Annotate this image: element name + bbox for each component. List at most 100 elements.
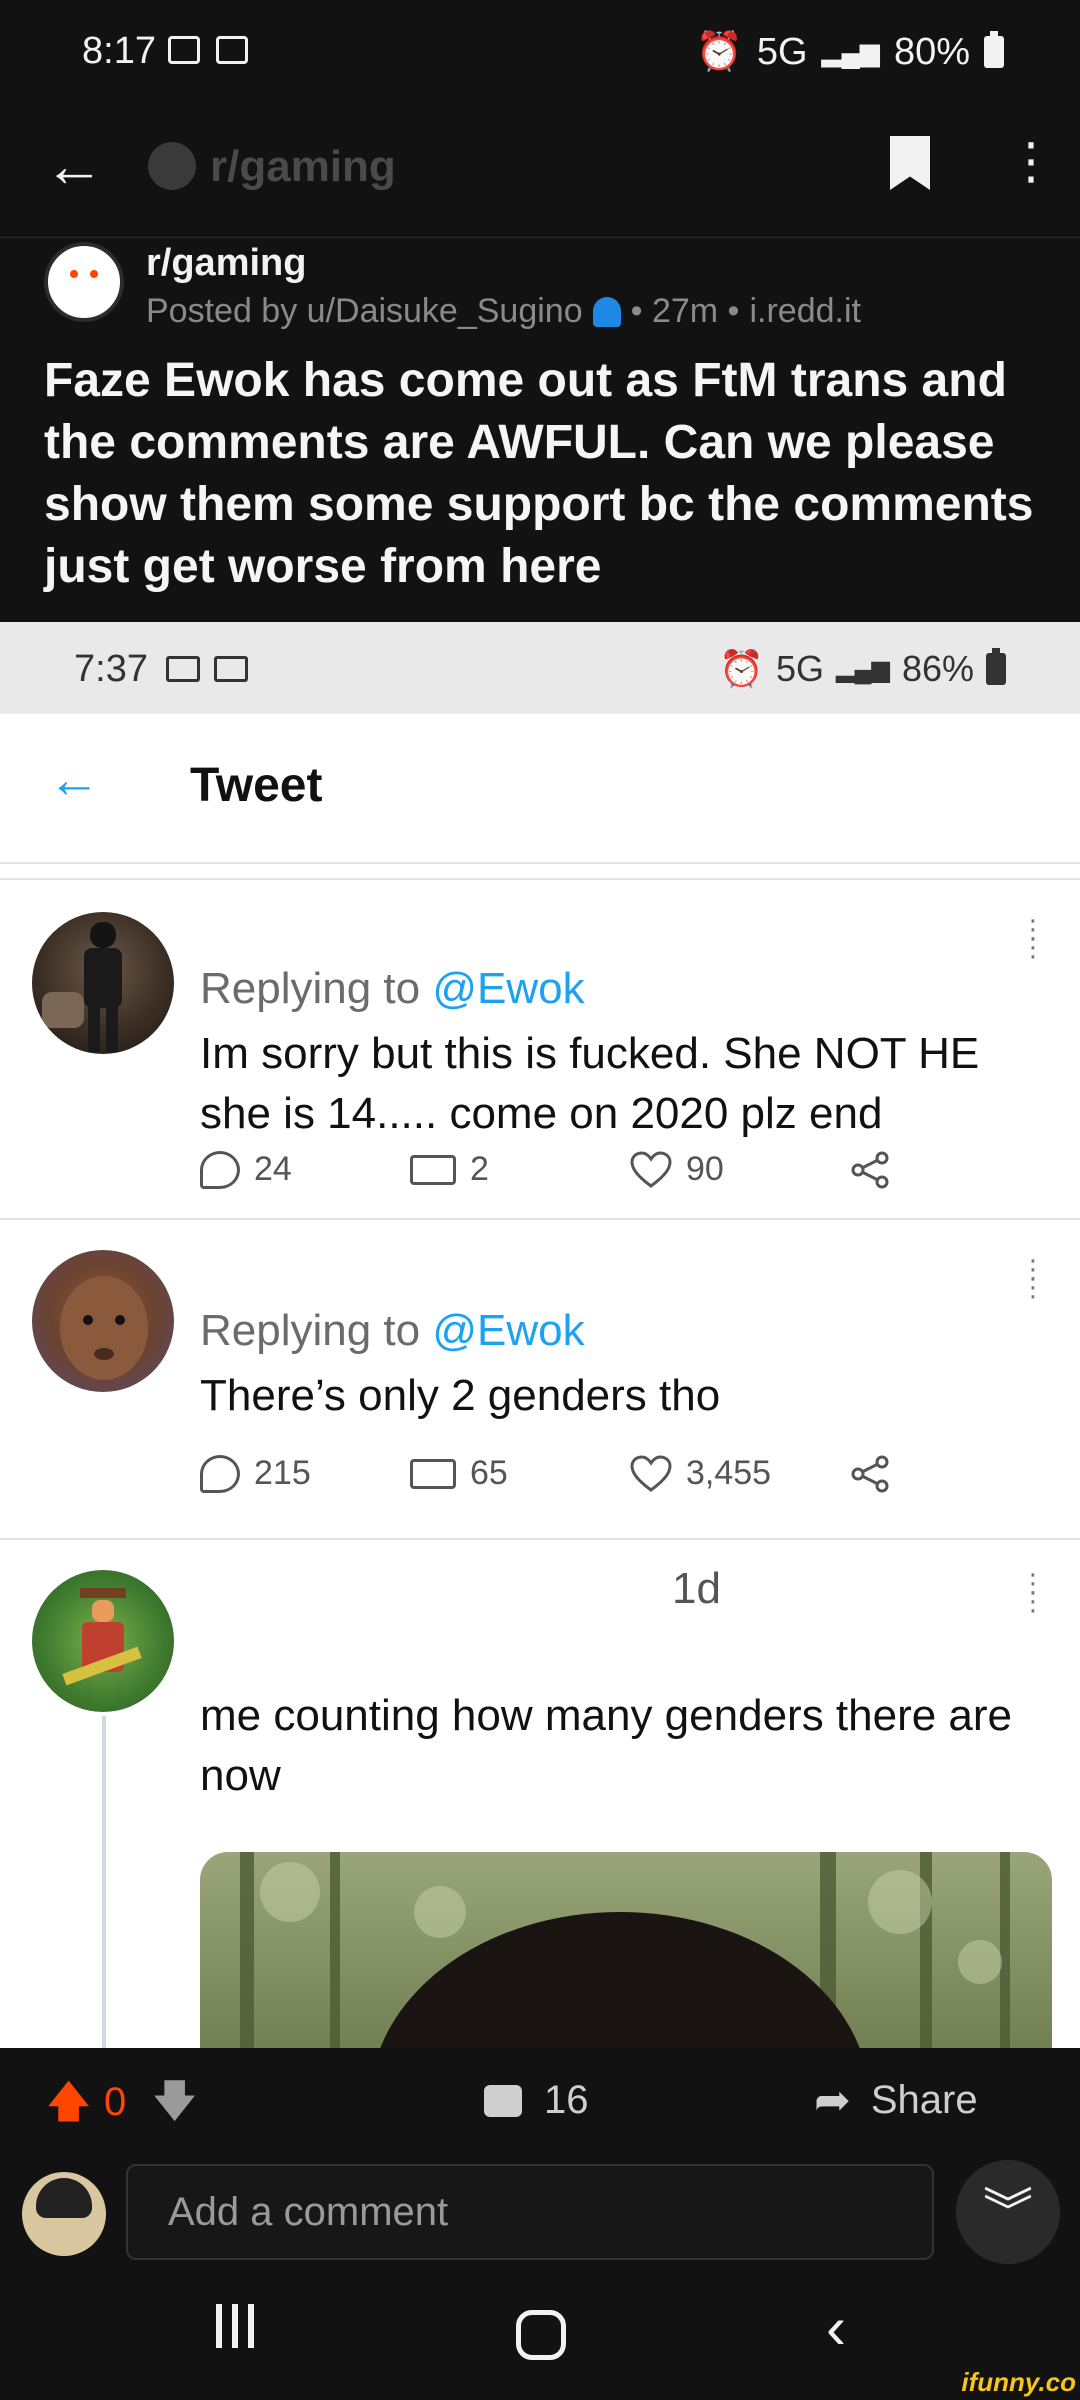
post-meta: Posted by u/Daisuke_Sugino • 27m • i.red… (146, 292, 861, 331)
network-label: 5G (756, 30, 808, 73)
tweet-text: me counting how many genders there are n… (200, 1691, 1013, 1800)
reply-action: 24 (200, 1150, 410, 1189)
heart-icon (630, 1454, 672, 1492)
tweet-more-icon: ⋮ ⋮ (1020, 1568, 1046, 1616)
upvote-arrow-icon[interactable]: 🡅 (46, 2080, 91, 2124)
comment-count: 16 (544, 2078, 589, 2122)
battery-label: 80% (893, 30, 970, 73)
system-back-icon[interactable]: ‹ (826, 2298, 846, 2358)
post-subreddit[interactable]: r/gaming (146, 242, 306, 285)
image-status-bar: 7:37 ⏰ 5G ▂▄▆ 86% (0, 622, 1080, 714)
reply-icon (200, 1454, 240, 1493)
like-action: 90 (630, 1150, 850, 1189)
status-right: ⏰ 5G ▂▄▆ 80% (695, 30, 1004, 74)
reply-count: 24 (254, 1150, 292, 1188)
recent-apps-button[interactable] (216, 2304, 254, 2348)
tweet-time: 1d (672, 1564, 721, 1613)
tweet-reply-2: ⋮ ⋮ Replying to @Ewok There’s only 2 gend… (0, 1220, 1080, 1540)
home-button[interactable] (516, 2310, 566, 2360)
like-count: 90 (686, 1150, 724, 1188)
recent-bar-icon (216, 2304, 222, 2348)
gallery-icon (216, 36, 248, 64)
tweet-avatar (32, 1250, 174, 1392)
tweet-text: Im sorry but this is fucked. She NOT HE … (200, 1029, 980, 1138)
image-status-right: ⏰ 5G ▂▄▆ 86% (719, 648, 1006, 690)
app-header: ← r/gaming ⋮ (0, 110, 1080, 238)
screen: 8:17 ⏰ 5G ▂▄▆ 80% ← r/gaming ⋮ r/gaming … (0, 0, 1080, 2400)
replying-to: Replying to @Ewok (200, 1306, 585, 1356)
person-silhouette-icon (42, 922, 122, 1052)
back-arrow-icon[interactable]: ← (44, 136, 104, 196)
tweet-avatar (32, 912, 174, 1054)
keyboard-icon (214, 656, 248, 682)
comment-bar: Add a comment ︾ (0, 2158, 1080, 2274)
tweet-3: 1d ⋮ ⋮ me counting how many genders there… (0, 1540, 1080, 2048)
comments-button[interactable]: 16 (484, 2078, 589, 2123)
notification-icons (168, 36, 248, 64)
reply-count: 215 (254, 1454, 311, 1492)
tweet-actions: 215 65 3,455 (200, 1454, 920, 1493)
share-button[interactable]: ➦ Share (814, 2078, 978, 2123)
tweet-actions: 24 2 90 (200, 1150, 920, 1189)
post-domain[interactable]: i.redd.it (749, 292, 861, 331)
collapse-chevron-icon[interactable]: ︾ (956, 2160, 1060, 2264)
post-image[interactable]: 7:37 ⏰ 5G ▂▄▆ 86% ← Tweet ⋮ ⋮ Replying t… (0, 622, 1080, 2048)
tweet-header: ← Tweet (0, 714, 1080, 864)
recent-bar-icon (248, 2304, 254, 2348)
retweet-icon (410, 1154, 456, 1185)
post-title: Faze Ewok has come out as FtM trans and … (44, 354, 1034, 593)
posted-by[interactable]: Posted by u/Daisuke_Sugino (146, 292, 583, 331)
downvote-arrow-icon[interactable]: 🡇 (152, 2080, 197, 2124)
recent-bar-icon (232, 2304, 238, 2348)
user-icon (592, 296, 621, 327)
tweet-header-title: Tweet (190, 759, 323, 812)
image-network-label: 5G (775, 648, 825, 689)
battery-icon (984, 31, 1004, 68)
replying-to: Replying to @Ewok (200, 964, 585, 1014)
reply-action: 215 (200, 1454, 410, 1493)
retweet-action: 2 (410, 1150, 630, 1189)
watermark: ifunny.co (961, 2367, 1076, 2397)
image-signal-icon: ▂▄▆ (836, 655, 890, 683)
thread-line (102, 1716, 106, 2048)
share-arrow-icon: ➦ (814, 2075, 851, 2125)
tweet-more-icon: ⋮ ⋮ (1020, 1254, 1046, 1302)
comment-bubble-icon (484, 2084, 522, 2117)
share-icon (851, 1151, 889, 1188)
system-nav-bar: ‹ ifunny.co (0, 2274, 1080, 2400)
post-age: • 27m • (630, 292, 740, 330)
image-battery-icon (986, 648, 1006, 685)
tweet-photo (200, 1852, 1052, 2048)
user-avatar[interactable] (22, 2172, 106, 2256)
replying-prefix: Replying to (200, 1306, 433, 1355)
more-vertical-icon[interactable]: ⋮ (1006, 136, 1056, 186)
post-action-bar: 🡅 0 🡇 16 ➦ Share (0, 2048, 1080, 2158)
header-subreddit[interactable]: r/gaming (210, 142, 396, 192)
image-status-time: 7:37 (74, 648, 148, 690)
like-action: 3,455 (630, 1454, 850, 1493)
reply-icon (200, 1150, 240, 1189)
status-bar: 8:17 ⏰ 5G ▂▄▆ 80% (0, 0, 1080, 110)
heart-icon (630, 1150, 672, 1188)
status-time: 8:17 (82, 30, 156, 72)
like-count: 3,455 (686, 1454, 772, 1492)
reply-handle: @Ewok (432, 1306, 585, 1355)
vote-count: 0 (104, 2080, 127, 2124)
tweet-reply-1: ⋮ ⋮ Replying to @Ewok Im sorry but this i… (0, 880, 1080, 1220)
bookmark-icon[interactable] (890, 136, 930, 190)
signal-icon: ▂▄▆ (821, 36, 880, 67)
comment-input[interactable]: Add a comment (126, 2164, 934, 2260)
image-battery-label: 86% (901, 648, 974, 689)
share-icon (851, 1455, 889, 1492)
tweet-back-arrow-icon: ← (48, 751, 100, 809)
subreddit-avatar[interactable] (44, 242, 124, 322)
alarm-icon: ⏰ (695, 31, 743, 73)
tweet-text: There’s only 2 genders tho (200, 1371, 721, 1420)
replying-prefix: Replying to (200, 964, 433, 1013)
image-alarm-icon: ⏰ (719, 648, 764, 689)
mail-icon (166, 656, 200, 682)
tweet-avatar (32, 1570, 174, 1712)
retweet-count: 2 (470, 1150, 489, 1188)
game-character-icon (62, 1588, 142, 1686)
share-label: Share (870, 2078, 978, 2122)
